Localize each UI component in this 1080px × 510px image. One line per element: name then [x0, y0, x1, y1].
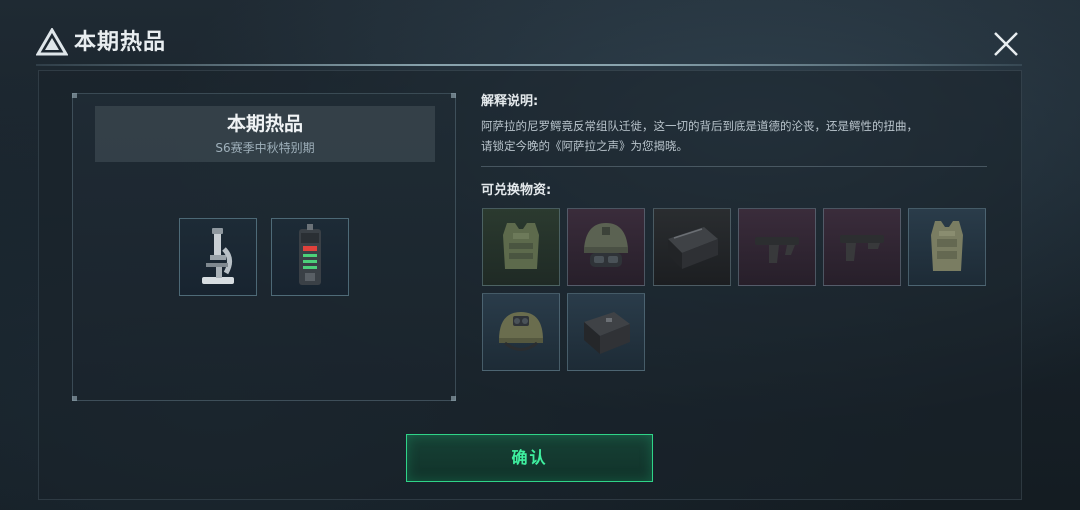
close-icon [994, 32, 1018, 56]
featured-card: 本期热品 S6赛季中秋特别期 [72, 93, 456, 401]
ammo-case-icon [668, 227, 718, 269]
foregrip-icon [755, 237, 799, 263]
tactical-helmet-icon [584, 223, 628, 267]
section-divider [481, 166, 987, 167]
exchange-item-ammo-case[interactable] [567, 293, 645, 371]
page-title: 本期热品 [74, 30, 167, 55]
explanation-line: 请锁定今晚的《阿萨拉之声》为您揭晓。 [481, 139, 688, 153]
exchange-item-body-armor[interactable] [482, 208, 560, 286]
exchange-item-foregrip[interactable] [738, 208, 816, 286]
explanation-line: 阿萨拉的尼罗鳄竟反常组队迁徙，这一切的背后到底是道德的沦丧，还是鳄性的扭曲， [481, 119, 918, 133]
triangle-logo-icon [36, 28, 68, 56]
microscope-icon [202, 228, 234, 284]
featured-subtitle: S6赛季中秋特别期 [215, 141, 315, 155]
card-corner [72, 93, 77, 98]
card-corner [451, 93, 456, 98]
card-corner [72, 396, 77, 401]
device-icon [299, 224, 321, 285]
exchange-heading: 可兑换物资: [481, 183, 552, 198]
exchange-item-body-armor[interactable] [908, 208, 986, 286]
night-vision-helmet-icon [499, 312, 543, 351]
featured-header: 本期热品 S6赛季中秋特别期 [95, 106, 435, 162]
prize-slot-device[interactable] [271, 218, 349, 296]
confirm-button-label: 确认 [511, 448, 548, 467]
featured-title: 本期热品 [226, 113, 303, 135]
card-corner [451, 396, 456, 401]
exchange-item-ammo-case[interactable] [653, 208, 731, 286]
header-divider [36, 64, 1022, 66]
body-armor-icon [931, 221, 963, 271]
close-button[interactable] [990, 30, 1022, 58]
exchange-item-night-vision-helmet[interactable] [482, 293, 560, 371]
header-bar: 本期热品 [0, 0, 1080, 70]
ammo-case-icon [584, 312, 630, 354]
exchange-item-tactical-helmet[interactable] [567, 208, 645, 286]
explanation-heading: 解释说明: [481, 94, 539, 109]
body-armor-icon [503, 223, 539, 269]
confirm-button[interactable]: 确认 [406, 434, 653, 482]
explanation-text: 阿萨拉的尼罗鳄竟反常组队迁徙，这一切的背后到底是道德的沦丧，还是鳄性的扭曲， 请… [481, 116, 991, 156]
prize-slot-microscope[interactable] [179, 218, 257, 296]
foregrip-icon [840, 235, 884, 261]
exchange-item-foregrip[interactable] [823, 208, 901, 286]
